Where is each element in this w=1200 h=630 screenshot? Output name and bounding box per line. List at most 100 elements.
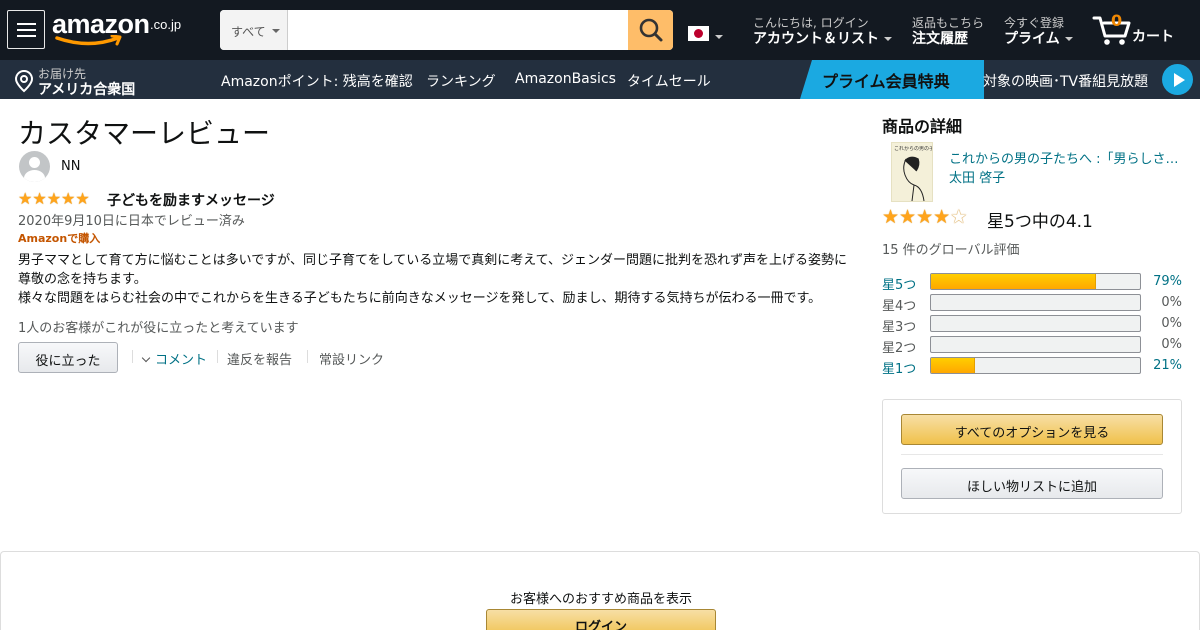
star-icon: ★ [61,189,76,208]
histogram-row[interactable]: 星1つ 21% [882,357,1182,377]
histogram-percent: 79% [1153,274,1182,289]
avatar[interactable] [19,151,50,182]
sub-nav: お届け先 アメリカ合衆国 Amazonポイント: 残高を確認 ランキング Ama… [0,60,1200,99]
prime-banner[interactable]: プライム会員特典 対象の映画･TV番組見放題 [800,60,1200,99]
search-icon [639,18,663,42]
search-input[interactable] [288,10,628,50]
hamburger-icon[interactable] [7,10,45,49]
cart-button[interactable]: 0 カート [1092,10,1192,50]
histogram-bar [930,315,1141,332]
star-icon: ★ [916,206,934,228]
book-author-link[interactable]: 太田 啓子 [949,167,1005,186]
prime-line2: プライム [1004,28,1073,48]
histogram-percent: 0% [1161,316,1182,331]
cart-count: 0 [1111,11,1123,30]
prime-badge: プライム会員特典 [800,60,984,99]
helpful-button[interactable]: 役に立った [18,342,118,373]
add-to-wishlist-button[interactable]: ほしい物リストに追加 [901,468,1163,499]
account-label: アカウント＆リスト [753,28,892,48]
prime-banner-text: 対象の映画･TV番組見放題 [983,74,1149,90]
book-title-link[interactable]: これからの男の子たちへ :「男らしさ」から自由になるためのレッスン [949,148,1184,167]
helpful-count-text: 1人のお客様がこれが役に立ったと考えています [18,321,299,336]
book-cover-illustration [903,156,925,201]
review-star-rating: ★ ★ ★ ★ ★ [18,189,90,208]
global-rating-count: 15 件のグローバル評価 [882,243,1020,258]
star-icon: ★ [46,189,62,208]
review-body: 男子ママとして育て方に悩むことは多いですが、同じ子育てをしている立場で真剣に考え… [18,251,858,308]
histogram-star-label: 星1つ [882,362,917,377]
report-abuse-link[interactable]: 違反を報告 [227,349,292,368]
reviewer-name[interactable]: NN [61,159,80,174]
subnav-link-ranking[interactable]: ランキング [426,71,496,91]
histogram-row: 星4つ 0% [882,294,1182,314]
histogram-percent: 21% [1153,358,1182,373]
star-icon: ★ [933,206,951,228]
chevron-down-icon [884,37,892,41]
chevron-down-icon [272,29,280,33]
play-icon[interactable] [1162,64,1193,95]
divider [217,350,218,363]
signin-recommendations-box: お客様へのおすすめ商品を表示 ログイン [0,551,1200,630]
product-details-heading: 商品の詳細 [882,117,963,136]
histogram-percent: 0% [1161,295,1182,310]
page-title: カスタマーレビュー [18,117,271,150]
deliver-line2: アメリカ合衆国 [38,82,136,98]
star-icon: ★ [950,206,968,228]
histogram-star-label: 星4つ [882,299,917,314]
rating-out-of-five: 星5つ中の4.1 [987,212,1093,232]
histogram-star-label: 星3つ [882,320,917,335]
star-icon: ★ [75,189,90,208]
search-category-select[interactable]: すべて [220,10,288,50]
histogram-star-label: 星5つ [882,278,917,293]
cart-label: カート [1132,29,1174,45]
star-icon: ★ [882,206,900,228]
orders-line2: 注文履歴 [912,31,968,47]
divider [901,454,1163,455]
histogram-row: 星3つ 0% [882,315,1182,335]
chevron-down-icon [1064,37,1073,41]
chevron-down-icon [141,353,151,363]
subnav-link-points[interactable]: Amazonポイント: 残高を確認 [221,71,413,91]
subnav-link-timesale[interactable]: タイムセール [627,71,711,91]
amazon-logo[interactable]: amazon .co.jp [52,9,192,49]
verified-purchase-badge: Amazonで購入 [18,232,101,245]
search-category-label: すべて [231,25,266,39]
japan-flag-icon[interactable] [688,26,709,41]
comment-link[interactable]: コメント [141,349,207,368]
histogram-bar [930,357,1141,374]
search-bar: すべて [220,10,673,50]
histogram-bar-fill [931,274,1097,289]
review-headline[interactable]: 子どもを励ますメッセージ [107,190,275,210]
star-icon: ★ [32,189,47,208]
histogram-bar [930,273,1141,290]
subnav-link-amazonbasics[interactable]: AmazonBasics [515,71,616,87]
star-icon: ★ [899,206,917,228]
histogram-row: 星2つ 0% [882,336,1182,356]
search-button[interactable] [628,10,673,50]
signin-button[interactable]: ログイン [486,609,716,630]
deliver-to-location[interactable]: お届け先 アメリカ合衆国 [14,65,194,98]
see-all-options-button[interactable]: すべてのオプションを見る [901,414,1163,445]
smile-arrow-icon [55,35,122,46]
histogram-bar [930,294,1141,311]
chevron-down-icon [715,35,723,39]
prime-badge-text: プライム会員特典 [822,72,950,91]
options-box: すべてのオプションを見る ほしい物リストに追加 [882,399,1182,514]
logo-tld: .co.jp [150,17,182,32]
review-date: 2020年9月10日に日本でレビュー済み [18,214,245,229]
divider [307,350,308,363]
top-nav: amazon .co.jp すべて こんにちは, ログイン アカウント＆リスト … [0,0,1200,60]
histogram-percent: 0% [1161,337,1182,352]
histogram-row[interactable]: 星5つ 79% [882,273,1182,293]
permalink-link[interactable]: 常設リンク [319,349,384,368]
review-body-line: 様々な問題をはらむ社会の中でこれからを生きる子どもたちに前向きなメッセージを発し… [18,291,822,306]
review-body-line: 男子ママとして育て方に悩むことは多いですが、同じ子育てをしている立場で真剣に考え… [18,253,848,268]
location-pin-icon [14,69,34,93]
signin-prompt-text: お客様へのおすすめ商品を表示 [509,592,692,607]
histogram-bar-fill [931,358,975,373]
star-icon: ★ [18,189,33,208]
book-cover-thumbnail[interactable]: これからの男の子たちへ [891,142,933,202]
divider [132,350,133,363]
product-star-rating[interactable]: ★ ★ ★ ★ ★ [882,206,967,228]
histogram-bar [930,336,1141,353]
